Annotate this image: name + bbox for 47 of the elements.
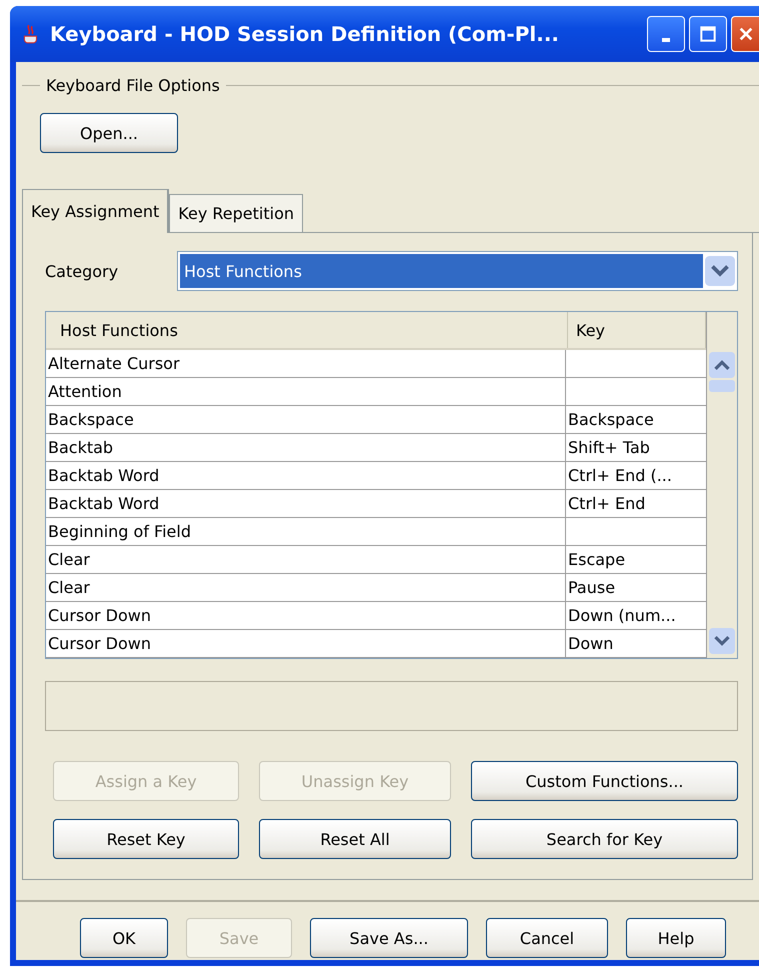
window-title: Keyboard - HOD Session Definition (Com-Pl...	[50, 22, 560, 46]
table-cell: Backspace	[46, 406, 566, 433]
table-cell-text: Down (num...	[567, 605, 677, 627]
close-button[interactable]	[731, 16, 759, 52]
table-cell-text: Backspace	[567, 409, 655, 431]
table-cell: Backtab Word	[46, 462, 566, 489]
table-cell: Cursor Down	[46, 602, 566, 629]
scroll-down-icon[interactable]	[709, 628, 735, 654]
table-cell-text: Shift+ Tab	[567, 437, 651, 459]
category-label: Category	[45, 262, 120, 280]
group-title: Keyboard File Options	[45, 76, 221, 95]
action-button[interactable]: Custom Functions...	[471, 761, 738, 801]
maximize-button[interactable]	[689, 16, 727, 52]
open-button[interactable]: Open...	[40, 113, 178, 153]
table-cell: Attention	[46, 378, 566, 405]
table-cell-text: Ctrl+ End (...	[567, 465, 673, 487]
dialog-button[interactable]: Save As...	[310, 918, 468, 958]
action-button[interactable]: Reset All	[259, 819, 451, 859]
tab[interactable]: Key Assignment	[22, 189, 170, 233]
action-button[interactable]: Search for Key	[471, 819, 738, 859]
table-cell-text: Down	[567, 633, 614, 655]
table-cell: Clear	[46, 574, 566, 601]
dialog-button[interactable]: Help	[626, 918, 726, 958]
column-header[interactable]: Host Functions	[46, 312, 568, 348]
dialog-button[interactable]: OK	[80, 918, 168, 958]
table-cell: Beginning of Field	[46, 518, 566, 545]
scroll-thumb[interactable]	[709, 380, 735, 392]
chevron-down-icon	[705, 254, 735, 288]
table-cell: Backtab	[46, 434, 566, 461]
minimize-icon	[662, 38, 670, 42]
column-header[interactable]: Key	[568, 312, 706, 348]
category-dropdown[interactable]: Host Functions	[177, 251, 738, 291]
maximize-icon	[700, 26, 716, 42]
table-cell-text: Pause	[567, 577, 616, 599]
table-cell: Cursor Down	[46, 630, 566, 657]
action-button[interactable]: Reset Key	[53, 819, 239, 859]
table-cell: Clear	[46, 546, 566, 573]
dialog-button[interactable]: Cancel	[486, 918, 608, 958]
table-cell-text: Escape	[567, 549, 626, 571]
tab[interactable]: Key Repetition	[169, 194, 303, 232]
minimize-button[interactable]	[647, 16, 685, 52]
table-cell: Alternate Cursor	[46, 350, 566, 377]
scroll-up-icon[interactable]	[709, 352, 735, 378]
table-cell: Backtab Word	[46, 490, 566, 517]
vertical-scrollbar[interactable]	[706, 312, 737, 658]
close-icon	[738, 26, 754, 42]
table-cell-text: Ctrl+ End	[567, 493, 646, 515]
